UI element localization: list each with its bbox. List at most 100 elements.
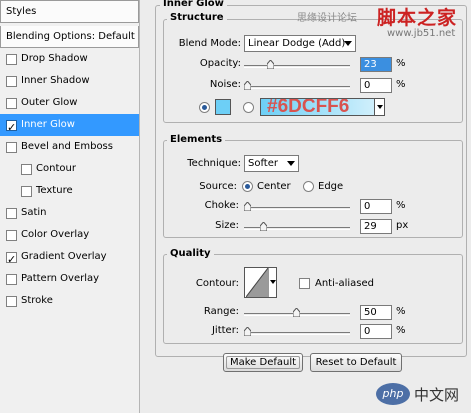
gradient-picker[interactable]: #6DCFF6: [260, 98, 384, 116]
jitter-slider[interactable]: [244, 327, 350, 336]
anti-aliased-checkbox[interactable]: [299, 278, 310, 289]
size-slider-thumb[interactable]: [260, 222, 267, 231]
choke-slider[interactable]: [244, 202, 350, 211]
noise-unit: %: [396, 79, 406, 90]
styles-item-color-overlay[interactable]: Color Overlay: [0, 224, 139, 246]
style-checkbox[interactable]: [6, 117, 17, 139]
technique-select[interactable]: Softer: [244, 155, 299, 172]
opacity-slider-thumb[interactable]: [267, 60, 274, 69]
watermark-url: www.jb51.net: [387, 28, 456, 39]
style-checkbox[interactable]: [6, 249, 17, 271]
size-slider[interactable]: [244, 222, 350, 231]
styles-item-gradient-overlay[interactable]: Gradient Overlay: [0, 246, 139, 271]
styles-item-contour[interactable]: Contour: [0, 158, 139, 180]
contour-dropdown[interactable]: [268, 268, 276, 297]
style-item-label: Stroke: [21, 295, 53, 306]
quality-title: Quality: [167, 248, 214, 259]
noise-slider-thumb[interactable]: [244, 81, 251, 90]
styles-header[interactable]: Styles: [0, 0, 139, 23]
solid-color-radio[interactable]: [199, 102, 210, 113]
jitter-unit: %: [396, 325, 406, 336]
choke-label: Choke:: [204, 200, 239, 211]
make-default-label: Make Default: [229, 357, 297, 368]
source-center-label: Center: [257, 181, 291, 192]
structure-title: Structure: [167, 12, 227, 23]
choke-slider-thumb[interactable]: [244, 202, 251, 211]
range-unit: %: [396, 306, 406, 317]
choke-input[interactable]: 0: [360, 199, 392, 214]
style-checkbox[interactable]: [6, 141, 17, 153]
style-item-label: Inner Shadow: [21, 75, 90, 86]
styles-panel: Styles Blending Options: Default Drop Sh…: [0, 0, 140, 413]
styles-item-stroke[interactable]: Stroke: [0, 290, 139, 312]
blend-mode-select[interactable]: Linear Dodge (Add): [244, 35, 356, 52]
noise-slider[interactable]: [244, 81, 350, 90]
style-item-label: Gradient Overlay: [21, 251, 107, 262]
php-watermark: php 中文网: [376, 381, 468, 409]
contour-label: Contour:: [195, 278, 239, 289]
reset-to-default-label: Reset to Default: [315, 357, 397, 368]
range-slider-thumb[interactable]: [293, 308, 300, 317]
style-checkbox[interactable]: [6, 53, 17, 65]
styles-item-texture[interactable]: Texture: [0, 180, 139, 202]
style-item-label: Texture: [36, 185, 73, 196]
style-item-label: Satin: [21, 207, 47, 218]
jitter-input[interactable]: 0: [360, 324, 392, 339]
glow-color-swatch[interactable]: [215, 99, 231, 115]
jitter-slider-thumb[interactable]: [244, 327, 251, 336]
contour-curve-icon: [246, 268, 268, 297]
blend-mode-label: Blend Mode:: [178, 38, 241, 49]
style-checkbox[interactable]: [6, 273, 17, 285]
make-default-button[interactable]: Make Default: [223, 353, 303, 372]
inner-glow-panel: Inner Glow Structure Blend Mode: Linear …: [155, 0, 471, 413]
choke-unit: %: [396, 200, 406, 211]
noise-label: Noise:: [209, 79, 241, 90]
blend-mode-value: Linear Dodge (Add): [248, 38, 346, 49]
style-item-label: Contour: [36, 163, 76, 174]
reset-to-default-button[interactable]: Reset to Default: [310, 353, 402, 372]
styles-item-pattern-overlay[interactable]: Pattern Overlay: [0, 268, 139, 290]
jitter-label: Jitter:: [211, 325, 239, 336]
blending-options-item[interactable]: Blending Options: Default: [0, 26, 139, 48]
watermark-site-name: 脚本之家: [377, 7, 458, 29]
technique-label: Technique:: [187, 158, 241, 169]
gradient-radio[interactable]: [243, 102, 254, 113]
gradient-dropdown[interactable]: [374, 98, 385, 116]
source-edge-radio[interactable]: [303, 181, 314, 192]
style-checkbox[interactable]: [6, 229, 17, 241]
size-input[interactable]: 29: [360, 219, 392, 234]
styles-item-bevel-and-emboss[interactable]: Bevel and Emboss: [0, 136, 139, 158]
chevron-down-icon: [377, 105, 383, 109]
inner-glow-title: Inner Glow: [160, 0, 227, 9]
style-checkbox[interactable]: [21, 163, 32, 175]
watermark-forum: 思缘设计论坛: [297, 13, 357, 24]
style-checkbox[interactable]: [6, 295, 17, 307]
style-item-label: Color Overlay: [21, 229, 90, 240]
technique-value: Softer: [248, 158, 278, 169]
opacity-label: Opacity:: [199, 58, 241, 69]
contour-picker[interactable]: [244, 267, 277, 298]
style-checkbox[interactable]: [6, 207, 17, 219]
styles-item-inner-glow[interactable]: Inner Glow: [0, 114, 139, 139]
chevron-down-icon: [344, 41, 352, 46]
opacity-slider[interactable]: [244, 60, 350, 69]
styles-item-satin[interactable]: Satin: [0, 202, 139, 224]
opacity-unit: %: [396, 58, 406, 69]
range-input[interactable]: 50: [360, 305, 392, 320]
opacity-input[interactable]: 23: [360, 57, 392, 72]
styles-item-inner-shadow[interactable]: Inner Shadow: [0, 70, 139, 92]
source-edge-label: Edge: [318, 181, 344, 192]
noise-input[interactable]: 0: [360, 78, 392, 93]
chevron-down-icon: [270, 280, 276, 284]
style-checkbox[interactable]: [6, 75, 17, 87]
size-unit: px: [396, 220, 409, 231]
style-checkbox[interactable]: [6, 97, 17, 109]
range-slider[interactable]: [244, 308, 350, 317]
source-center-radio[interactable]: [242, 181, 253, 192]
style-checkbox[interactable]: [21, 185, 32, 197]
style-item-label: Outer Glow: [21, 97, 78, 108]
style-item-label: Drop Shadow: [21, 53, 88, 64]
styles-item-drop-shadow[interactable]: Drop Shadow: [0, 48, 139, 70]
styles-item-outer-glow[interactable]: Outer Glow: [0, 92, 139, 114]
style-item-label: Pattern Overlay: [21, 273, 100, 284]
